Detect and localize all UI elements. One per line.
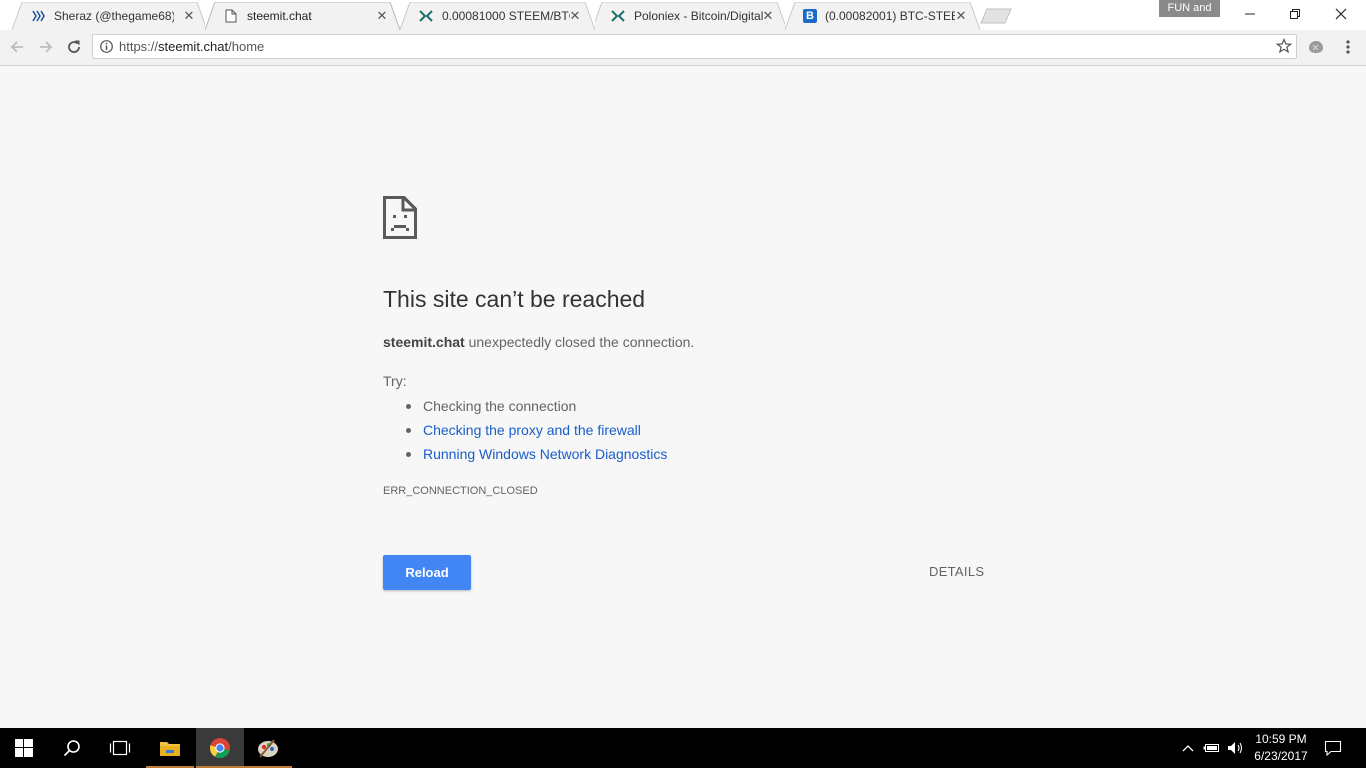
error-host: steemit.chat bbox=[383, 334, 465, 350]
error-summary-text: unexpectedly closed the connection. bbox=[464, 334, 695, 350]
try-label: Try: bbox=[383, 373, 407, 389]
site-info-icon[interactable] bbox=[100, 40, 113, 53]
tab-sheraz[interactable]: Sheraz (@thegame68) — ✕ bbox=[12, 2, 207, 30]
show-hidden-icons-icon[interactable] bbox=[1178, 738, 1198, 758]
poloniex-icon bbox=[418, 8, 434, 24]
error-code: ERR_CONNECTION_CLOSED bbox=[383, 485, 538, 497]
search-icon[interactable] bbox=[48, 728, 96, 768]
clock-time: 10:59 PM bbox=[1255, 732, 1307, 746]
address-bar[interactable]: https://steemit.chat/home bbox=[92, 34, 1297, 59]
tab-steemit-chat[interactable]: steemit.chat ✕ bbox=[205, 2, 400, 30]
url-path: /home bbox=[228, 39, 265, 54]
suggestion-check-proxy-link[interactable]: Checking the proxy and the firewall bbox=[405, 420, 667, 444]
tab-title: Sheraz (@thegame68) — bbox=[54, 9, 174, 23]
tab-close-icon[interactable]: ✕ bbox=[761, 9, 775, 23]
error-page: This site can’t be reached steemit.chat … bbox=[0, 66, 1366, 728]
tab-poloniex-market[interactable]: 0.00081000 STEEM/BTC M ✕ bbox=[400, 2, 595, 30]
volume-icon[interactable] bbox=[1226, 738, 1246, 758]
tab-close-icon[interactable]: ✕ bbox=[568, 9, 582, 23]
start-icon[interactable] bbox=[0, 728, 48, 768]
file-explorer-icon[interactable] bbox=[146, 728, 194, 768]
sad-page-icon bbox=[383, 196, 417, 244]
reload-icon[interactable] bbox=[62, 35, 86, 59]
back-icon[interactable] bbox=[5, 35, 29, 59]
minimize-icon[interactable] bbox=[1227, 0, 1273, 28]
tab-title: 0.00081000 STEEM/BTC M bbox=[442, 9, 570, 23]
tab-title: steemit.chat bbox=[247, 9, 312, 23]
tab-strip: Sheraz (@thegame68) — ✕ Poloniex - Bitco… bbox=[0, 0, 1366, 30]
tab-title: Poloniex - Bitcoin/Digital bbox=[634, 9, 764, 23]
paint-icon[interactable] bbox=[244, 728, 292, 768]
suggestion-check-connection: Checking the connection bbox=[405, 396, 667, 420]
suggestion-network-diagnostics-link[interactable]: Running Windows Network Diagnostics bbox=[405, 444, 667, 468]
tab-close-icon[interactable]: ✕ bbox=[954, 9, 968, 23]
close-window-icon[interactable] bbox=[1318, 0, 1364, 28]
details-button[interactable]: DETAILS bbox=[929, 564, 984, 579]
error-summary: steemit.chat unexpectedly closed the con… bbox=[383, 334, 694, 350]
new-tab-button[interactable] bbox=[980, 8, 1012, 24]
poloniex-icon bbox=[610, 8, 626, 24]
url-scheme: https:// bbox=[119, 39, 159, 54]
restore-icon[interactable] bbox=[1272, 0, 1318, 28]
url-host: steemit.chat bbox=[158, 39, 229, 54]
reload-button[interactable]: Reload bbox=[383, 555, 471, 590]
chrome-icon[interactable] bbox=[196, 728, 244, 768]
tab-poloniex-home[interactable]: Poloniex - Bitcoin/Digital ✕ bbox=[592, 2, 787, 30]
browser-toolbar: https://steemit.chat/home bbox=[0, 30, 1366, 66]
forward-icon[interactable] bbox=[34, 35, 58, 59]
error-heading: This site can’t be reached bbox=[383, 286, 646, 312]
clock-date: 6/23/2017 bbox=[1254, 749, 1308, 763]
windows-taskbar: 10:59 PM 6/23/2017 bbox=[0, 728, 1366, 768]
tab-title: (0.00082001) BTC-STEEM bbox=[825, 9, 955, 23]
battery-icon[interactable] bbox=[1202, 738, 1222, 758]
tab-close-icon[interactable]: ✕ bbox=[182, 9, 196, 23]
tab-bittrex[interactable]: B (0.00082001) BTC-STEEM ✕ bbox=[785, 2, 980, 30]
steemit-icon bbox=[30, 8, 46, 24]
bittrex-icon: B bbox=[803, 9, 817, 23]
action-center-icon[interactable] bbox=[1323, 738, 1343, 758]
system-clock[interactable]: 10:59 PM 6/23/2017 bbox=[1248, 731, 1314, 765]
tab-close-icon[interactable]: ✕ bbox=[375, 9, 389, 23]
menu-kebab-icon[interactable] bbox=[1336, 35, 1360, 59]
profile-badge[interactable]: FUN and bbox=[1159, 0, 1220, 17]
suggestions-list: Checking the connection Checking the pro… bbox=[383, 396, 667, 468]
extension-icon[interactable] bbox=[1304, 35, 1328, 59]
url-text[interactable]: https://steemit.chat/home bbox=[119, 39, 264, 54]
task-view-icon[interactable] bbox=[96, 728, 144, 768]
page-icon bbox=[223, 8, 239, 24]
bookmark-star-icon[interactable] bbox=[1275, 37, 1293, 59]
